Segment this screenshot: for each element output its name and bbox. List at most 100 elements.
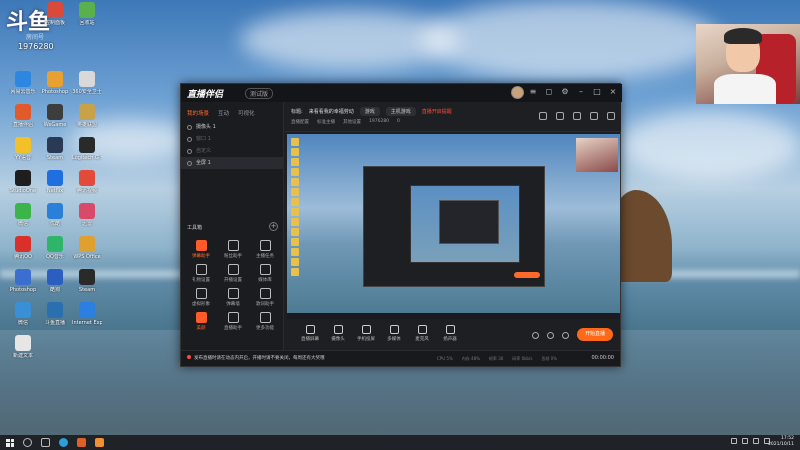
eye-icon[interactable] [187,124,192,130]
search-icon[interactable] [23,438,32,447]
app-icon [15,203,31,219]
tool-item[interactable]: 粉丝助手 [217,240,249,259]
menu-icon[interactable]: ≡ [528,87,538,97]
desktop-icon[interactable]: WPS Office [72,236,102,260]
settings-icon[interactable]: ⚙ [560,87,570,97]
desktop-icon[interactable]: 控制面板 [40,2,70,26]
desktop-icon[interactable]: Steam [72,269,102,293]
source-control[interactable]: 摄像头 [323,325,353,342]
desktop-icon[interactable]: 回收站 [72,2,102,26]
task-view-icon[interactable] [41,438,50,447]
desktop-icon[interactable]: 360安全卫士 [72,71,102,95]
tab-interact[interactable]: 互动 [218,109,229,117]
source-control[interactable]: 麦克风 [407,325,437,342]
tool-item[interactable]: 更多功能 [249,312,281,331]
desktop-icon[interactable]: WeGame [40,104,70,128]
config-item[interactable]: 其他设置 [343,119,361,125]
tool-item[interactable]: 媒体库 [249,264,281,283]
tab-scenes[interactable]: 我的场景 [187,109,209,117]
source-control[interactable]: 手机投屏 [351,325,381,342]
live-notice[interactable]: 直播开启提醒 [422,108,452,115]
record-icon[interactable] [532,332,539,339]
close-icon[interactable]: × [608,87,618,97]
tray-up-icon[interactable] [731,438,737,444]
desktop-icon[interactable]: Internet Explorer [72,302,102,326]
eye-icon[interactable] [187,136,192,142]
tool-item[interactable]: 歌词助手 [249,288,281,307]
source-control[interactable]: 扬声器 [435,325,465,342]
desktop-icon[interactable]: 直播伴侣 [8,104,38,128]
share-icon[interactable] [573,112,581,120]
scene-item[interactable]: 摄像头 1 [181,121,283,133]
start-live-button[interactable]: 开始直播 [577,328,613,341]
volume-icon[interactable] [753,438,759,444]
stream-preview[interactable] [287,134,620,319]
eye-icon[interactable] [547,332,554,339]
source-control[interactable]: 直播屏幕 [295,325,325,342]
lock-icon[interactable] [556,112,564,120]
desktop-icon[interactable]: Netflix [40,170,70,194]
tool-item[interactable]: 虚拟形象 [185,288,217,307]
config-item[interactable]: 标准主播 [317,119,335,125]
desktop-icon[interactable]: Logitech G HUB [72,137,102,161]
tool-icon [195,240,207,251]
maximize-icon[interactable]: □ [592,87,602,97]
desktop-icon[interactable]: 微信 [8,203,38,227]
douyu-taskbar-icon[interactable] [77,438,86,447]
tab-visual[interactable]: 可视化 [238,109,255,117]
network-icon[interactable] [742,438,748,444]
app-icon [47,269,63,285]
app-taskbar-icon[interactable] [95,438,104,447]
tool-item[interactable]: 美颜 [185,312,217,331]
eye-icon[interactable] [187,160,192,166]
eye-icon[interactable] [187,148,192,154]
desktop-icon[interactable]: QQ音乐 [40,236,70,260]
more-icon[interactable] [607,112,615,120]
source-control[interactable]: 多媒体 [379,325,409,342]
desktop-icon[interactable]: 优酷 [40,203,70,227]
tool-item[interactable]: 弹幕墙 [217,288,249,307]
desktop-icon[interactable]: 网易云音乐 [8,71,38,95]
desktop-icon-label: StudioOne [9,188,37,194]
desktop-icon[interactable]: Photoshop [8,269,38,293]
desktop-icon-label: 迅雷 [81,221,92,227]
desktop-icon[interactable]: 新建文本 [8,335,38,359]
desktop-icon[interactable]: 英雄联盟 [72,104,102,128]
desktop-icon[interactable]: YY语音 [8,137,38,161]
edge-icon[interactable] [59,438,68,447]
avatar[interactable] [511,86,524,99]
status-message: 发布直播时请在动态内开启，开播时请不要关闭，每周还有大奖哦 [187,355,325,361]
skin-icon[interactable]: ◻ [544,87,554,97]
tool-item[interactable]: 开播设置 [217,264,249,283]
windows-start-icon[interactable] [6,438,14,447]
tool-item[interactable]: 弹幕助手 [185,240,217,259]
desktop-icon[interactable]: StudioOne [8,170,38,194]
toolbox-add-icon[interactable]: + [269,222,278,231]
desktop-icon[interactable]: 迅雷 [72,203,102,227]
desktop-icon[interactable]: 腾讯QQ [8,236,38,260]
scene-item[interactable]: 全屏 1 [181,157,283,169]
tool-item[interactable]: 主播任务 [249,240,281,259]
tool-item[interactable]: 礼物设置 [185,264,217,283]
gift-icon[interactable] [539,112,547,120]
minimize-icon[interactable]: – [576,87,586,97]
desktop-icon[interactable]: Photoshop [40,71,70,95]
scene-item[interactable]: 自定义 [181,145,283,157]
subcategory-select[interactable]: 主机游戏 [385,107,416,116]
desktop-icon[interactable]: 腾讯视频 [72,170,102,194]
desktop-icon[interactable]: 酷狗 [40,269,70,293]
gear-icon[interactable] [562,332,569,339]
desktop-icon[interactable]: 斗鱼直播 [40,302,70,326]
desktop-icon[interactable]: Steam [40,137,70,161]
taskbar-clock[interactable]: 17:52 2021/10/11 [768,436,794,448]
category-tag[interactable]: 游戏 [359,107,380,116]
tool-item[interactable]: 直播助手 [217,312,249,331]
desktop-icon[interactable]: 微信 [8,302,38,326]
bell-icon[interactable] [590,112,598,120]
config-item[interactable]: 直播配置 [291,119,309,125]
control-label: 多媒体 [387,337,401,342]
app-titlebar[interactable]: 直播伴侣 测试版 ≡ ◻ ⚙ – □ × [181,84,622,102]
scene-item[interactable]: 窗口 1 [181,133,283,145]
tool-icon [195,288,207,299]
title-value[interactable]: 来看看我的幸福劳动 [309,108,354,115]
